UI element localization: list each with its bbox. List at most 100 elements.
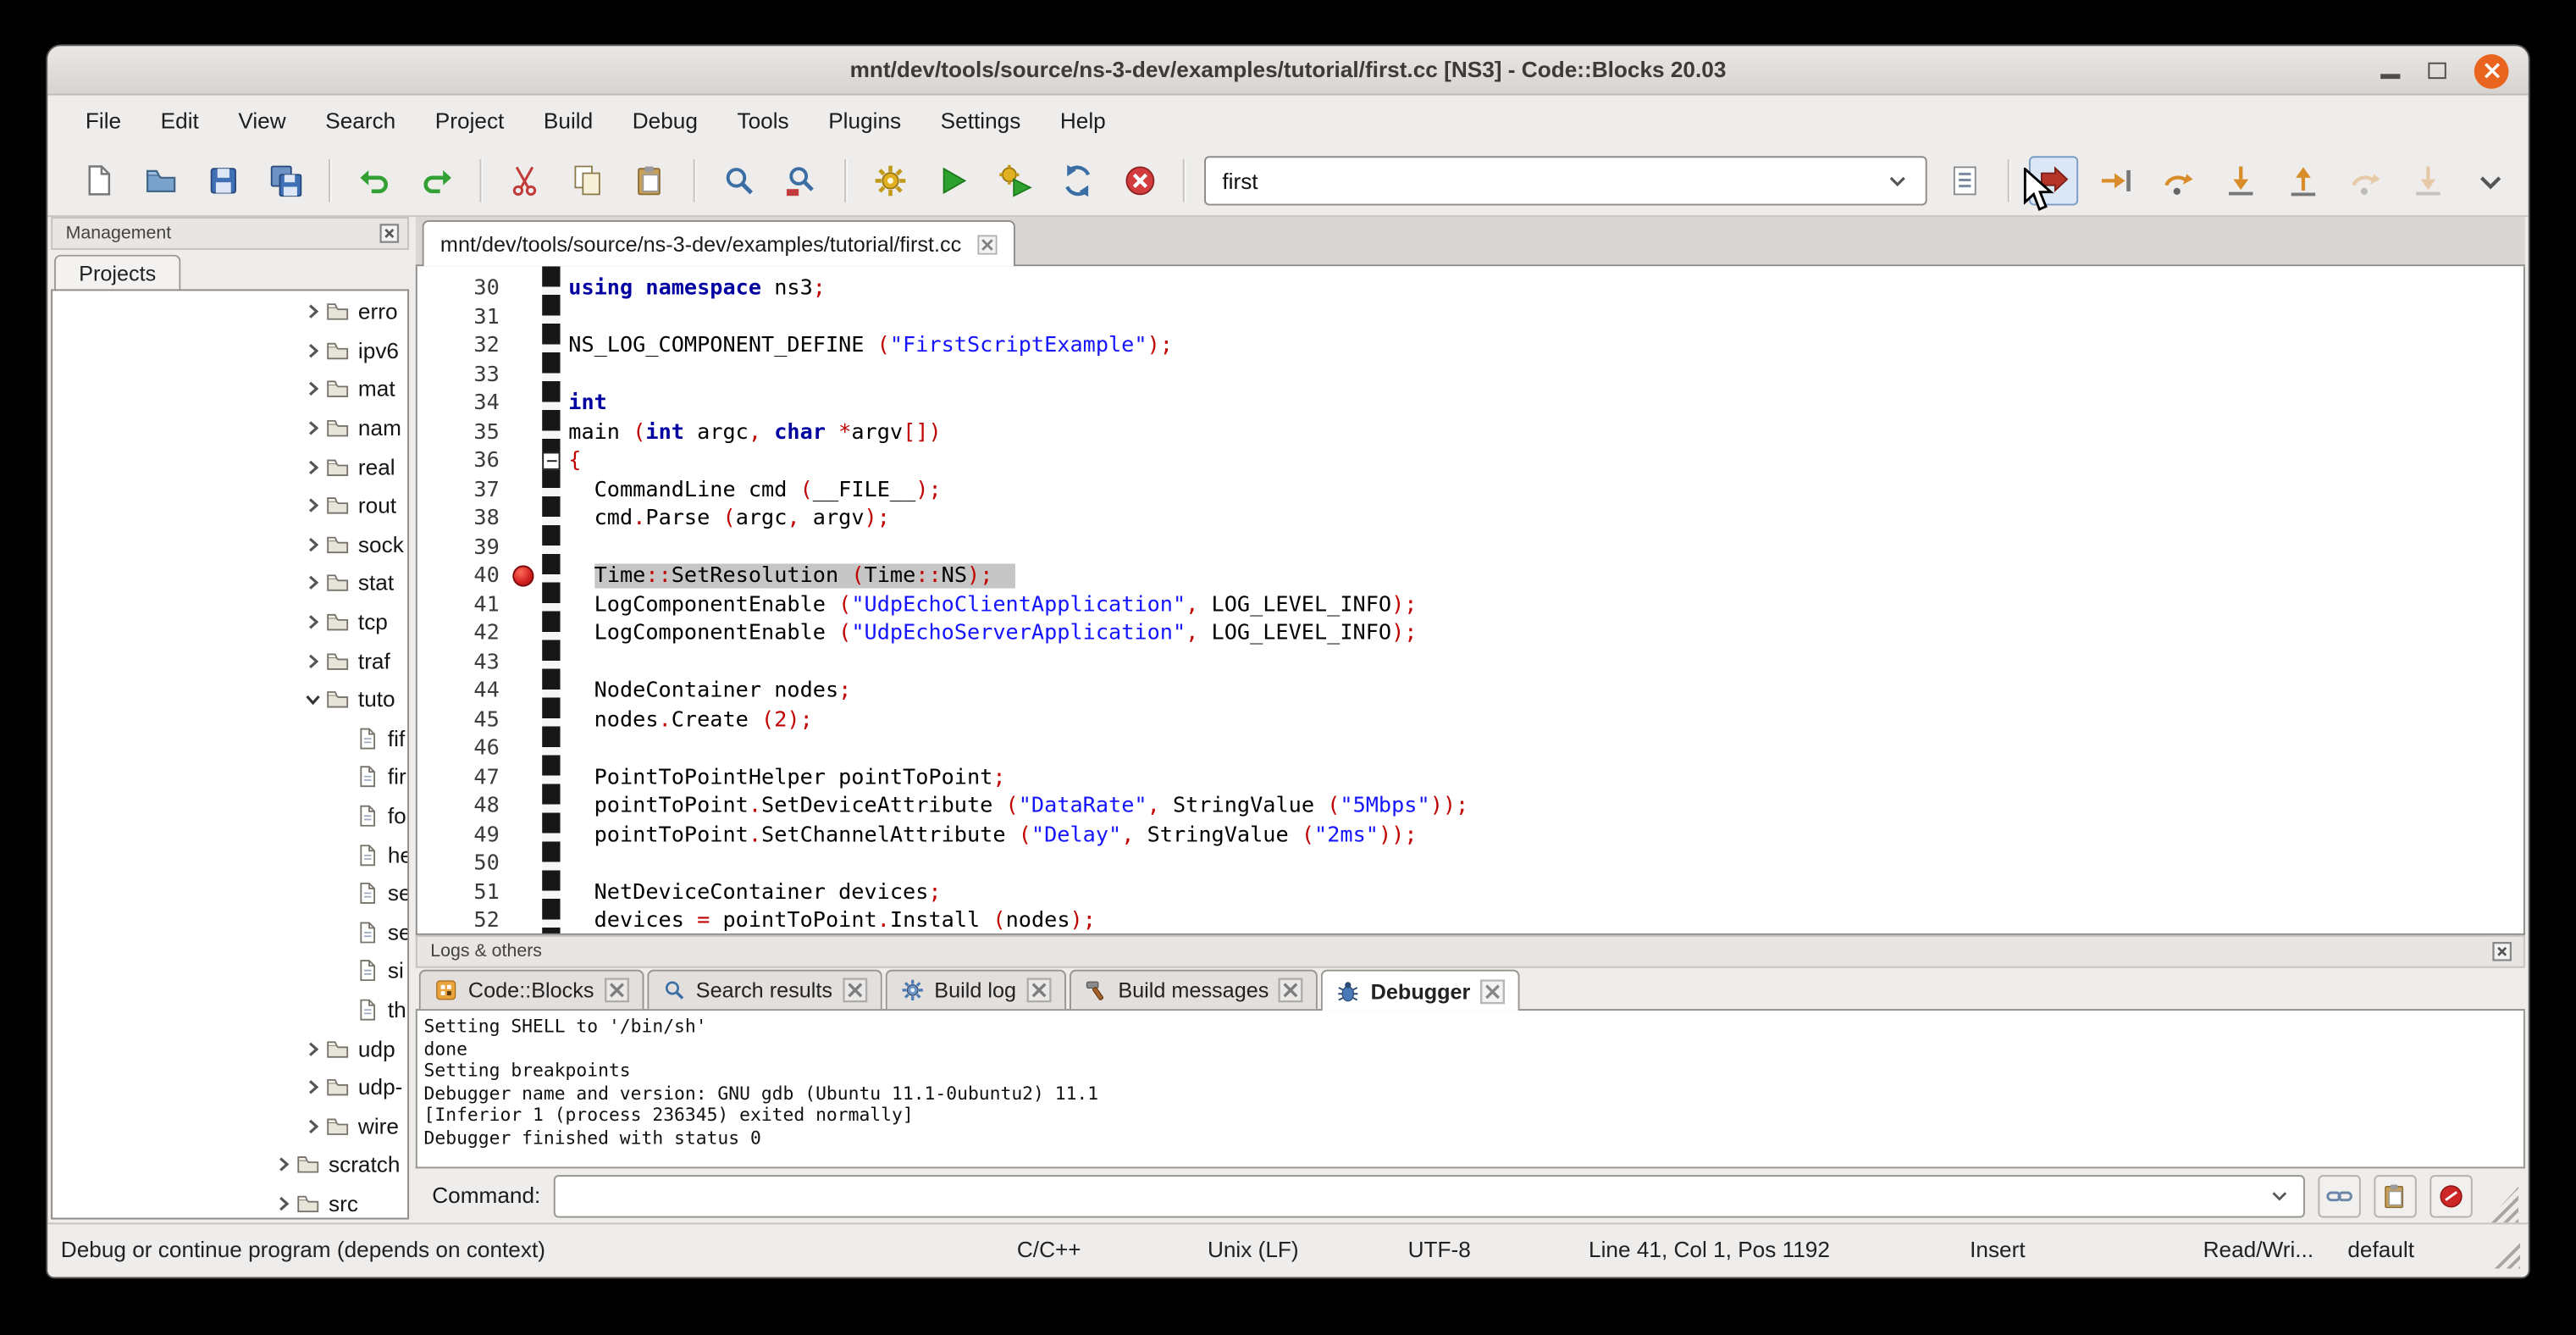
- find-button[interactable]: [715, 156, 764, 205]
- tree-item-he[interactable]: he: [53, 835, 407, 874]
- menu-file[interactable]: File: [68, 102, 140, 140]
- code-line[interactable]: 49 pointToPoint.SetChannelAttribute ("De…: [417, 821, 2523, 850]
- breakpoint-margin[interactable]: [509, 361, 539, 390]
- chevron-right-icon[interactable]: [299, 1074, 325, 1100]
- abort-build-button[interactable]: [1115, 156, 1164, 205]
- breakpoint-margin[interactable]: [509, 476, 539, 505]
- run-button[interactable]: [928, 156, 977, 205]
- tree-item-se[interactable]: se: [53, 913, 407, 952]
- tree-item-real[interactable]: real: [53, 447, 407, 486]
- resize-grip[interactable]: [2485, 1187, 2518, 1223]
- breakpoint-margin[interactable]: [509, 763, 539, 792]
- tree-item-se[interactable]: se: [53, 874, 407, 913]
- code-line[interactable]: 33: [417, 361, 2523, 390]
- chevron-right-icon[interactable]: [269, 1152, 296, 1178]
- tree-item-sock[interactable]: sock: [53, 525, 407, 564]
- undo-button[interactable]: [350, 156, 399, 205]
- code-line[interactable]: 41 LogComponentEnable ("UdpEchoClientApp…: [417, 590, 2523, 619]
- tree-item-udp[interactable]: udp: [53, 1029, 407, 1068]
- next-line-button[interactable]: [2153, 156, 2203, 205]
- save-file-button[interactable]: [199, 156, 248, 205]
- code-line[interactable]: 32NS_LOG_COMPONENT_DEFINE ("FirstScriptE…: [417, 332, 2523, 361]
- chevron-right-icon[interactable]: [269, 1190, 296, 1216]
- tab-projects[interactable]: Projects: [54, 255, 180, 291]
- fold-marker[interactable]: [542, 452, 560, 470]
- code-line[interactable]: 52 devices = pointToPoint.Install (nodes…: [417, 907, 2523, 935]
- find-in-files-button[interactable]: [777, 156, 826, 205]
- breakpoint-margin[interactable]: [509, 706, 539, 734]
- tree-item-udp-[interactable]: udp-: [53, 1068, 407, 1107]
- cut-button[interactable]: [501, 156, 550, 205]
- code-line[interactable]: 48 pointToPoint.SetDeviceAttribute ("Dat…: [417, 792, 2523, 821]
- close-icon[interactable]: [1480, 978, 1505, 1003]
- breakpoint-margin[interactable]: [509, 274, 539, 303]
- breakpoint-margin[interactable]: [509, 821, 539, 850]
- rebuild-button[interactable]: [1053, 156, 1103, 205]
- breakpoint-margin[interactable]: [509, 907, 539, 935]
- tree-item-stat[interactable]: stat: [53, 564, 407, 603]
- menu-edit[interactable]: Edit: [142, 102, 217, 140]
- breakpoint-margin[interactable]: [509, 562, 539, 590]
- close-button[interactable]: [2474, 53, 2509, 88]
- tree-item-tuto[interactable]: tuto: [53, 680, 407, 719]
- chevron-right-icon[interactable]: [299, 531, 325, 557]
- logs-tab-build-log[interactable]: Build log: [885, 970, 1065, 1010]
- chevron-right-icon[interactable]: [299, 493, 325, 519]
- breakpoint-margin[interactable]: [509, 878, 539, 907]
- code-line[interactable]: 42 LogComponentEnable ("UdpEchoServerApp…: [417, 619, 2523, 648]
- code-line[interactable]: 45 nodes.Create (2);: [417, 706, 2523, 734]
- breakpoint-margin[interactable]: [509, 418, 539, 447]
- breakpoint-margin[interactable]: [509, 619, 539, 648]
- code-editor[interactable]: 30using namespace ns3;3132NS_LOG_COMPONE…: [416, 266, 2525, 935]
- close-icon[interactable]: [378, 222, 401, 245]
- menu-tools[interactable]: Tools: [719, 102, 807, 140]
- chevron-right-icon[interactable]: [299, 337, 325, 363]
- logs-tab-code-blocks[interactable]: Code::Blocks: [419, 970, 644, 1010]
- breakpoint-icon[interactable]: [512, 565, 533, 586]
- tree-item-scratch[interactable]: scratch: [53, 1145, 407, 1184]
- code-line[interactable]: 30using namespace ns3;: [417, 274, 2523, 303]
- chevron-right-icon[interactable]: [299, 299, 325, 325]
- menu-help[interactable]: Help: [1042, 102, 1125, 140]
- close-icon[interactable]: [2490, 940, 2513, 963]
- menu-debug[interactable]: Debug: [614, 102, 716, 140]
- code-line[interactable]: 31: [417, 303, 2523, 332]
- step-into-instruction-button[interactable]: [2403, 156, 2452, 205]
- menu-project[interactable]: Project: [417, 102, 522, 140]
- code-line[interactable]: 34int: [417, 390, 2523, 418]
- tree-item-erro[interactable]: erro: [53, 292, 407, 331]
- chevron-right-icon[interactable]: [299, 1113, 325, 1139]
- code-line[interactable]: 50: [417, 850, 2523, 878]
- tree-item-fif[interactable]: fif: [53, 719, 407, 758]
- breakpoint-margin[interactable]: [509, 850, 539, 878]
- chevron-right-icon[interactable]: [299, 648, 325, 674]
- toolbar-overflow-button[interactable]: [2466, 156, 2515, 205]
- chevron-right-icon[interactable]: [299, 376, 325, 402]
- breakpoint-margin[interactable]: [509, 447, 539, 476]
- close-icon[interactable]: [978, 234, 998, 253]
- build-target-combo[interactable]: first: [1204, 156, 1927, 205]
- resize-grip[interactable]: [2492, 1241, 2520, 1269]
- code-line[interactable]: 40 Time::SetResolution (Time::NS);: [417, 562, 2523, 590]
- build-button[interactable]: [865, 156, 915, 205]
- breakpoint-margin[interactable]: [509, 590, 539, 619]
- next-instruction-button[interactable]: [2341, 156, 2391, 205]
- logs-tab-search-results[interactable]: Search results: [647, 970, 882, 1010]
- code-line[interactable]: 36{: [417, 447, 2523, 476]
- breakpoint-margin[interactable]: [509, 505, 539, 534]
- copy-button[interactable]: [563, 156, 612, 205]
- code-line[interactable]: 35main (int argc, char *argv[]): [417, 418, 2523, 447]
- chevron-down-icon[interactable]: [299, 686, 325, 712]
- titlebar[interactable]: mnt/dev/tools/source/ns-3-dev/examples/t…: [47, 46, 2528, 95]
- new-file-button[interactable]: [74, 156, 123, 205]
- chevron-right-icon[interactable]: [299, 1035, 325, 1061]
- close-icon[interactable]: [843, 978, 867, 1002]
- editor-tab-first-cc[interactable]: mnt/dev/tools/source/ns-3-dev/examples/t…: [423, 220, 1016, 266]
- redo-button[interactable]: [412, 156, 462, 205]
- command-input[interactable]: [554, 1174, 2305, 1216]
- minimize-button[interactable]: [2380, 75, 2400, 79]
- open-file-button[interactable]: [136, 156, 185, 205]
- tree-item-nam[interactable]: nam: [53, 409, 407, 448]
- chevron-right-icon[interactable]: [299, 570, 325, 596]
- tree-item-fo[interactable]: fo: [53, 796, 407, 835]
